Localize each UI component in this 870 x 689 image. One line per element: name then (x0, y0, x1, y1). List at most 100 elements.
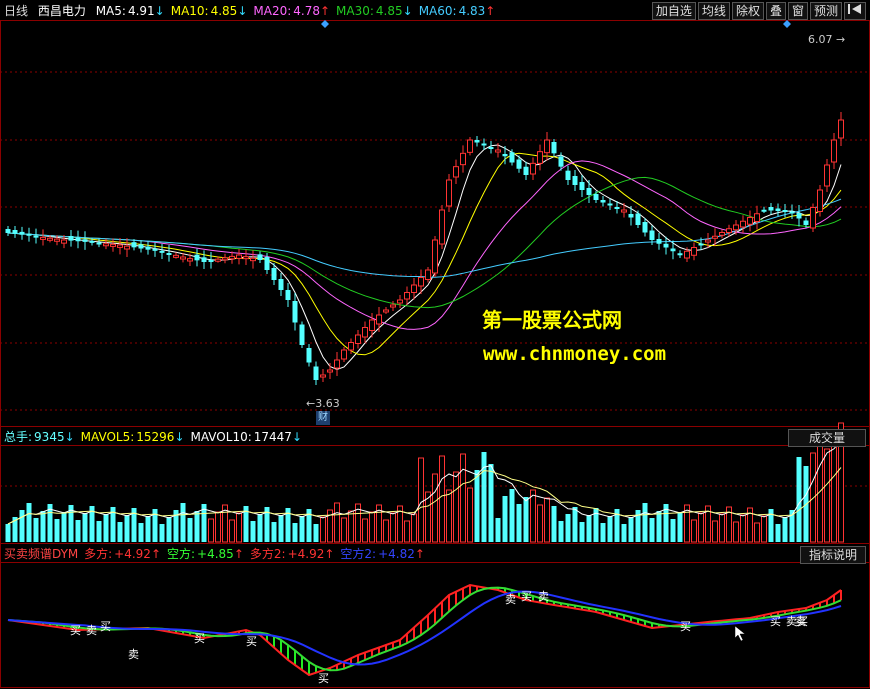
candle-up (369, 319, 375, 331)
candle-up (733, 224, 739, 231)
candle-down (145, 246, 151, 250)
volume-bar (439, 455, 445, 543)
candle-down (607, 203, 613, 206)
candle-up (719, 232, 725, 236)
candle-down (502, 154, 508, 157)
candle-down (635, 213, 641, 225)
high-price-label: 6.07 → (808, 33, 846, 46)
volume-bar (103, 514, 109, 542)
volume-bar (740, 514, 746, 543)
candle-up (327, 369, 333, 373)
volume-bar (19, 510, 25, 542)
signal-label: 买 (680, 620, 691, 633)
kline-chart-area[interactable] (0, 0, 870, 689)
candle-up (824, 164, 830, 187)
candle-up (187, 258, 193, 262)
financial-report-badge[interactable]: 财 (316, 411, 330, 425)
indicator-name: 买卖频谱DYM (4, 547, 79, 561)
indicator-help-button[interactable]: 指标说明 (800, 546, 866, 564)
volume-bar (208, 518, 214, 543)
candle-down (663, 243, 669, 248)
candle-down (285, 290, 291, 300)
candle-down (796, 213, 802, 219)
candle-up (439, 209, 445, 245)
volume-pane-label[interactable]: 成交量 (788, 429, 866, 447)
indicator-value-2: 多方2: +4.92↑ (249, 547, 335, 561)
volume-bar (572, 507, 578, 542)
candle-up (348, 342, 354, 351)
candle-up (544, 139, 550, 154)
candle-down (264, 257, 270, 270)
candle-up (446, 179, 452, 207)
candle-down (299, 324, 305, 345)
candle-up (390, 304, 396, 308)
volume-bar (509, 489, 515, 542)
candle-up (47, 237, 53, 241)
volume-bar (26, 503, 32, 542)
candle-down (481, 143, 487, 146)
volume-bar (257, 514, 263, 542)
watermark-title: 第一股票公式网 (482, 308, 622, 332)
volume-bar (537, 504, 543, 543)
ma10-line (7, 152, 842, 356)
candle-down (19, 231, 25, 235)
signal-label: 卖 (538, 590, 549, 603)
volume-bar (166, 517, 172, 542)
candle-up (250, 257, 256, 262)
event-marker-icon[interactable] (321, 20, 329, 28)
candle-down (131, 242, 137, 248)
candle-down (789, 211, 795, 214)
candle-up (110, 243, 116, 247)
candle-down (593, 194, 599, 200)
volume-bar (292, 523, 298, 542)
candle-up (530, 162, 536, 175)
candle-up (691, 247, 697, 256)
candle-down (292, 301, 298, 323)
candle-up (222, 257, 228, 261)
volume-bar (530, 489, 536, 543)
candle-down (558, 156, 564, 167)
candle-down (516, 159, 522, 169)
volume-bar (96, 521, 102, 542)
volume-bar (467, 487, 473, 543)
candle-down (768, 207, 774, 211)
candle-up (425, 269, 431, 280)
candle-up (383, 309, 389, 313)
volume-bar (600, 523, 606, 542)
candle-down (649, 230, 655, 240)
signal-label: 买 (70, 624, 81, 637)
volume-bar (411, 513, 417, 543)
candle-up (740, 220, 746, 228)
candle-down (257, 254, 263, 260)
volume-bar (502, 496, 508, 542)
candle-up (411, 284, 417, 293)
volume-bar (299, 516, 305, 542)
volume-bar (649, 518, 655, 542)
candle-down (488, 147, 494, 149)
volume-bar (621, 524, 627, 542)
volume-bar (383, 519, 389, 543)
volume-bar (187, 518, 193, 542)
volume-bar (796, 457, 802, 542)
volume-bar (320, 516, 326, 543)
volume-bar (82, 513, 88, 542)
vol-value-1: MAVOL5: 15296↓ (80, 430, 185, 444)
volume-bar (523, 497, 529, 542)
volume-bar (369, 511, 375, 543)
candle-down (26, 233, 32, 236)
candle-up (229, 255, 235, 260)
volume-bar (488, 464, 494, 542)
volume-bar (75, 520, 81, 542)
volume-bar (544, 497, 550, 543)
candle-up (320, 374, 326, 378)
candle-up (173, 254, 179, 258)
candle-down (82, 239, 88, 242)
volume-bar (677, 512, 683, 542)
volume-bar (642, 503, 648, 542)
volume-bar (54, 519, 60, 542)
volume-bar (61, 512, 67, 542)
event-marker-icon[interactable] (783, 20, 791, 28)
volume-bar (656, 511, 662, 542)
volume-bar (124, 515, 130, 542)
signal-label: 买 (194, 632, 205, 645)
